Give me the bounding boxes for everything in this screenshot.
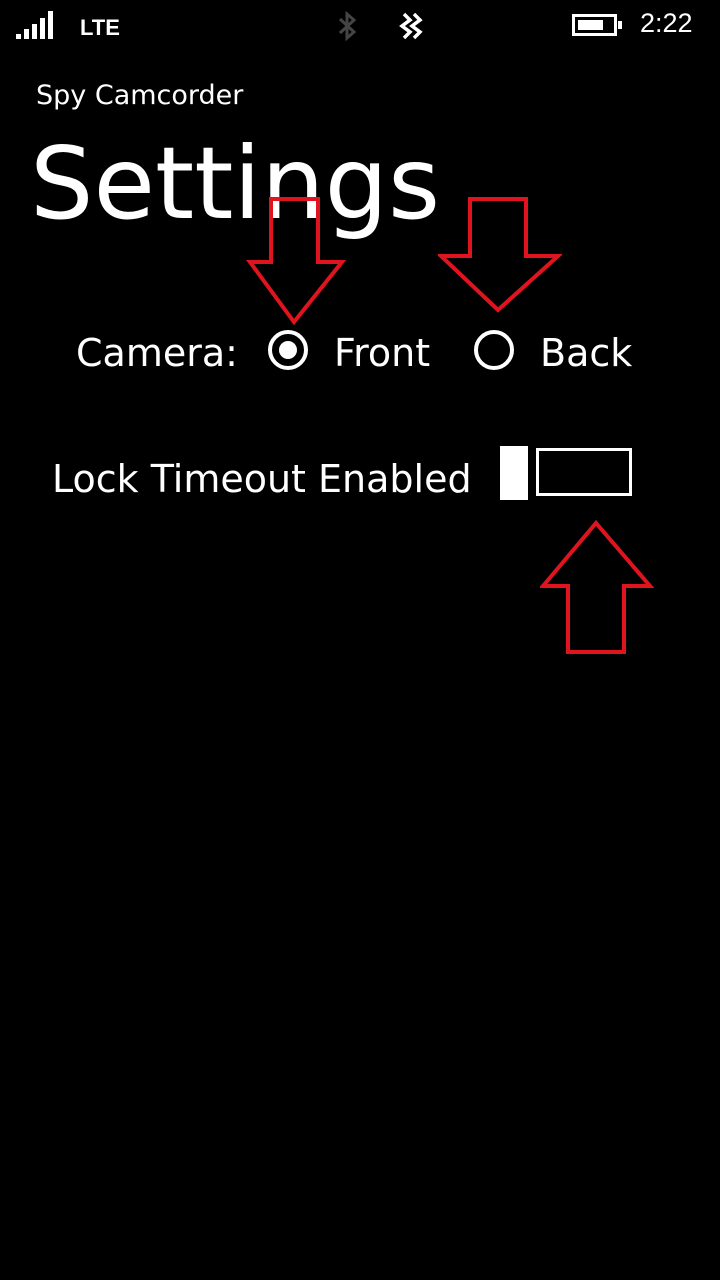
clock: 2:22: [640, 8, 693, 38]
status-bar: LTE 2:22: [0, 0, 720, 52]
annotation-arrow-down-back-icon: [438, 197, 562, 313]
app-name: Spy Camcorder: [36, 80, 244, 111]
camera-back-label[interactable]: Back: [540, 328, 632, 378]
lock-timeout-toggle[interactable]: [500, 446, 634, 500]
camera-label: Camera:: [76, 331, 238, 375]
camera-front-label[interactable]: Front: [334, 328, 430, 378]
radio-selected-dot: [279, 341, 297, 359]
nfc-icon: [396, 10, 424, 46]
toggle-thumb[interactable]: [500, 446, 528, 500]
lock-timeout-row: Lock Timeout Enabled: [52, 446, 652, 506]
network-type-label: LTE: [80, 15, 120, 40]
signal-icon: [16, 10, 60, 44]
bluetooth-icon: [336, 10, 360, 46]
lock-timeout-label: Lock Timeout Enabled: [52, 457, 472, 501]
battery-icon: [572, 13, 624, 41]
annotation-arrow-up-toggle-icon: [540, 520, 654, 654]
radio-circle[interactable]: [474, 330, 514, 370]
camera-setting-row: Camera: Front Back: [76, 326, 676, 380]
page-title: Settings: [30, 125, 441, 242]
annotation-arrow-down-front-icon: [246, 197, 346, 326]
toggle-track[interactable]: [536, 448, 632, 496]
